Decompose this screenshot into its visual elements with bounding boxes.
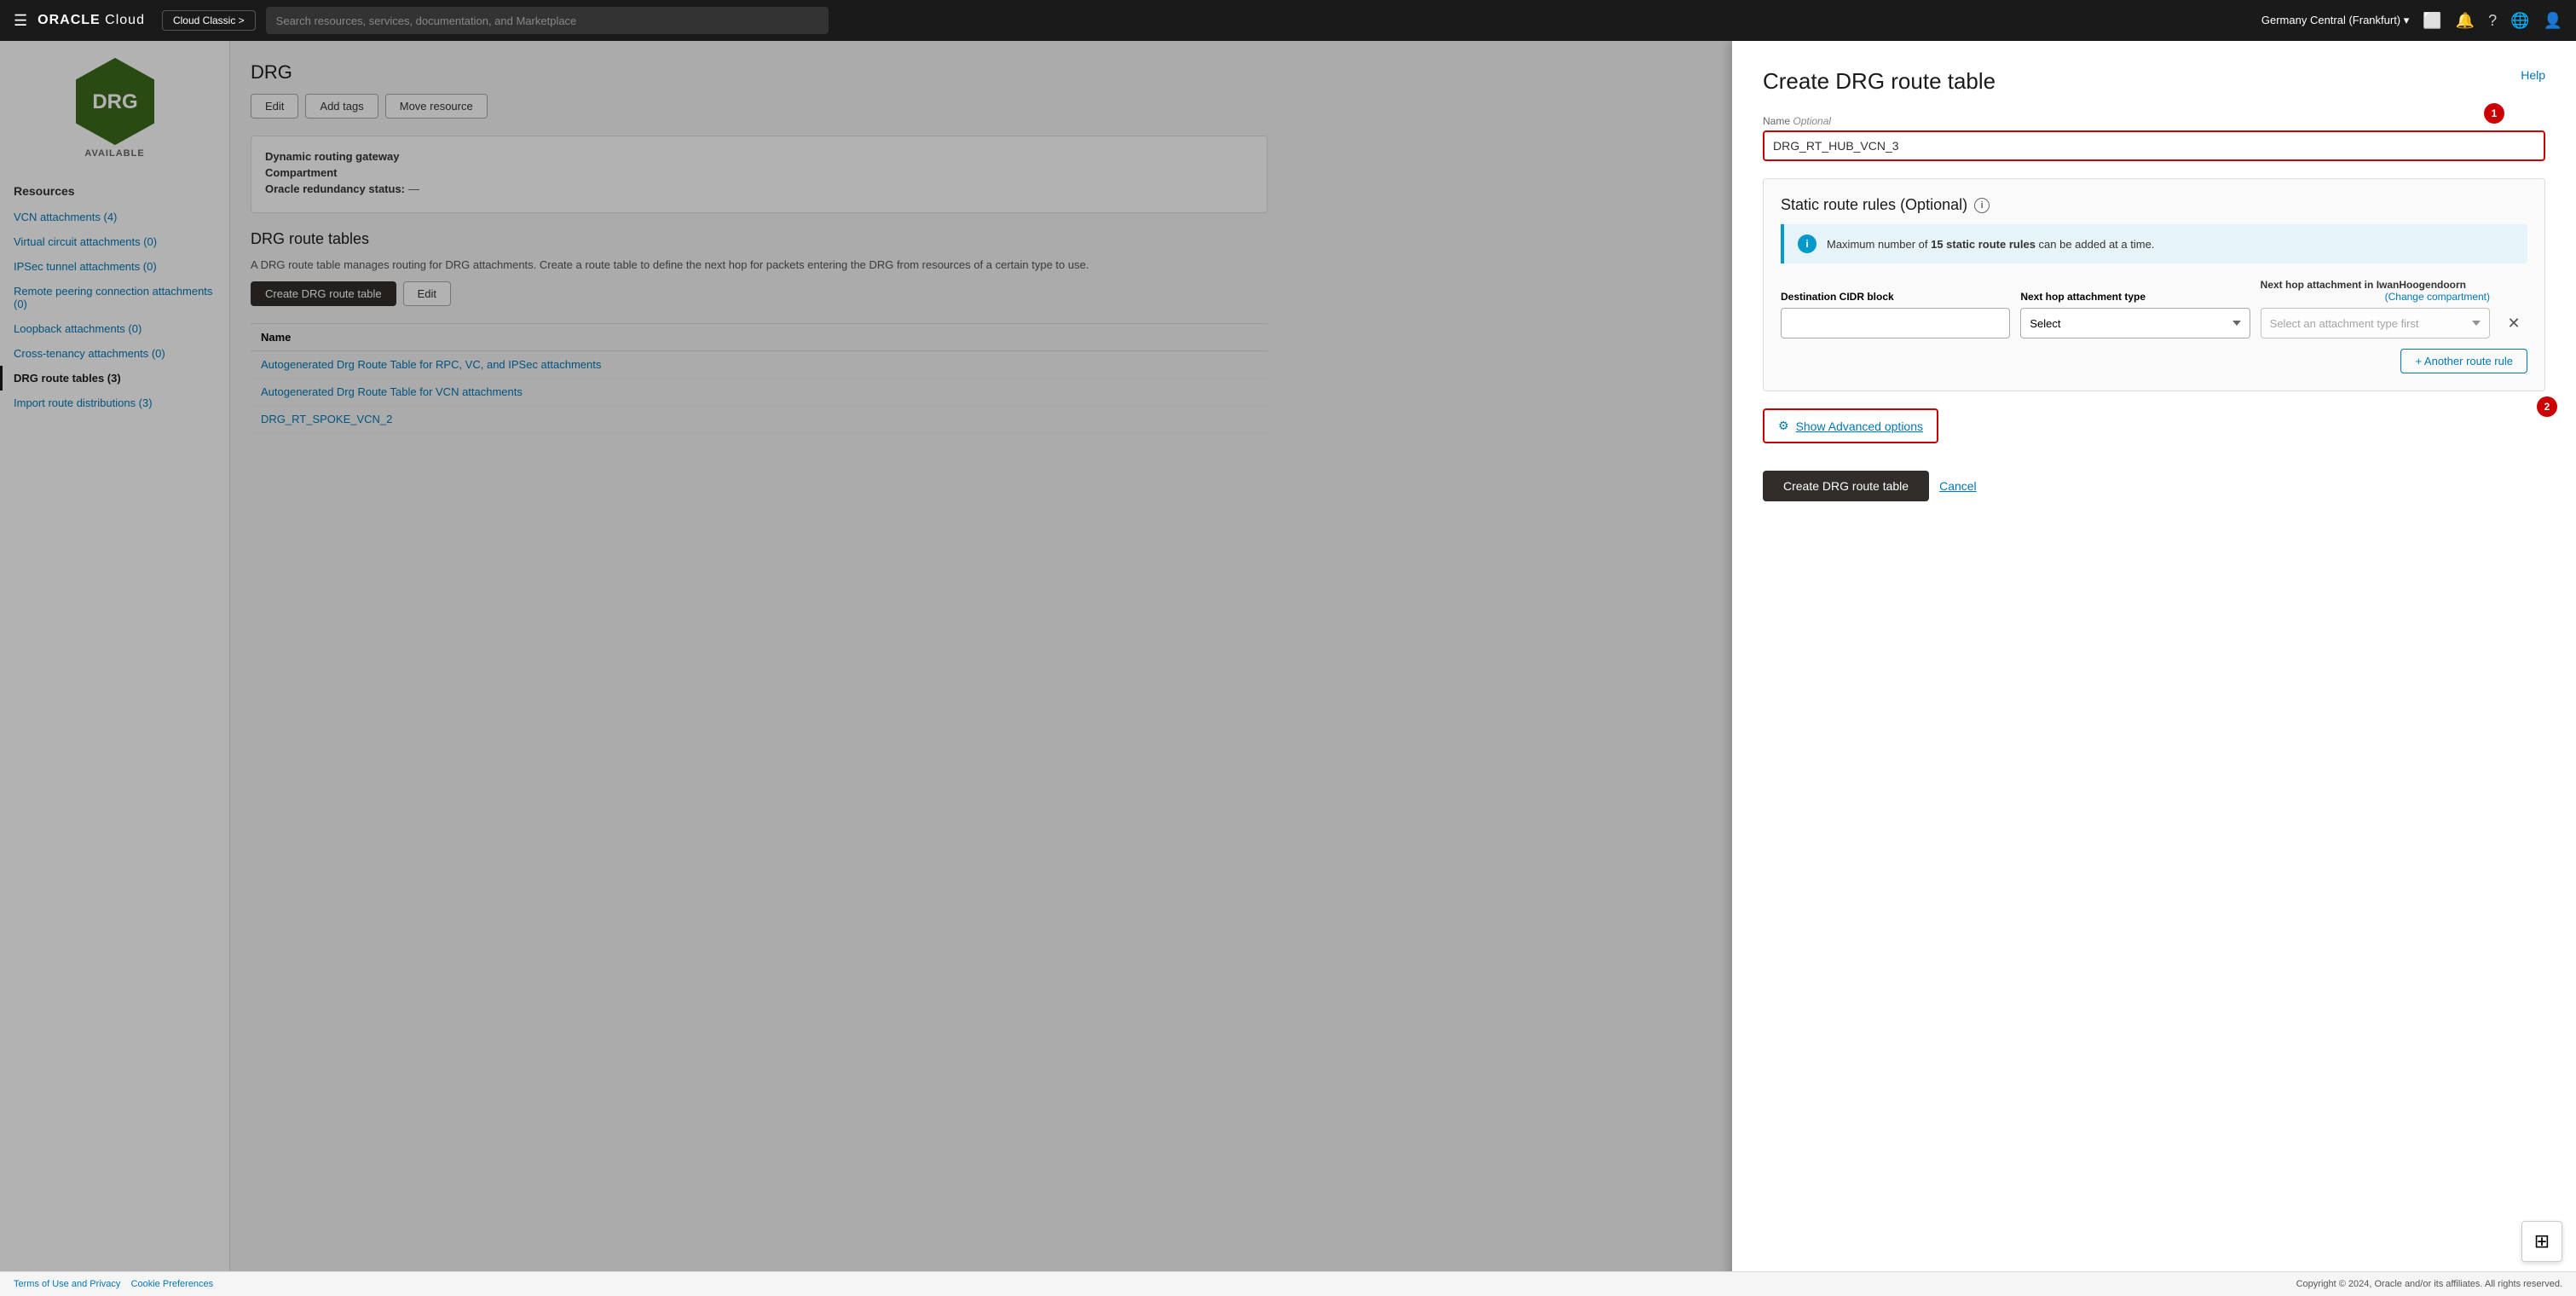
step-1-badge: 1 [2484,103,2504,124]
info-banner: i Maximum number of 15 static route rule… [1781,224,2527,263]
copyright-text: Copyright © 2024, Oracle and/or its affi… [2296,1279,2562,1289]
add-rule-area: + Another route rule [1781,338,2527,373]
info-banner-icon: i [1798,234,1816,253]
user-avatar-icon[interactable]: 👤 [2544,12,2562,30]
info-banner-text: Maximum number of 15 static route rules … [1827,238,2154,251]
cancel-button[interactable]: Cancel [1939,479,1977,493]
create-drg-panel: Help Create DRG route table Name Optiona… [1732,41,2576,1296]
region-selector[interactable]: Germany Central (Frankfurt) ▾ [2261,14,2409,27]
help-float-icon: ⊞ [2534,1230,2550,1253]
search-input[interactable] [266,7,829,34]
terminal-icon[interactable]: ⬜ [2423,12,2441,30]
cookie-link[interactable]: Cookie Preferences [131,1279,214,1289]
step-2-badge: 2 [2537,396,2557,417]
hamburger-menu-icon[interactable]: ☰ [14,12,27,30]
next-hop-type-header: Next hop attachment type [2020,289,2250,303]
terms-link[interactable]: Terms of Use and Privacy [14,1279,120,1289]
show-advanced-label: Show Advanced options [1796,419,1923,433]
topnav-right-area: Germany Central (Frankfurt) ▾ ⬜ 🔔 ? 🌐 👤 [2261,12,2562,30]
oracle-logo: ORACLE Cloud [38,13,145,28]
bell-icon[interactable]: 🔔 [2456,12,2475,30]
dest-cidr-header: Destination CIDR block [1781,289,2010,303]
help-circle-icon[interactable]: ? [2488,12,2497,30]
help-link[interactable]: Help [2521,68,2545,82]
modal-backdrop: Help Create DRG route table Name Optiona… [0,41,2576,1296]
route-rule-headers: Destination CIDR block Next hop attachme… [1781,277,2527,303]
static-route-rules-section: Static route rules (Optional) i i Maximu… [1763,178,2545,391]
show-advanced-wrapper: 2 ⚙ Show Advanced options [1763,408,2545,443]
route-rule-row: Select Select an attachment type first ✕ [1781,308,2527,338]
next-hop-attachment-select[interactable]: Select an attachment type first [2261,308,2490,338]
panel-footer: Create DRG route table Cancel [1763,464,2545,501]
cloud-classic-button[interactable]: Cloud Classic > [162,10,256,31]
add-route-rule-button[interactable]: + Another route rule [2400,349,2527,373]
create-drg-route-table-submit-button[interactable]: Create DRG route table [1763,471,1929,501]
route-rules-title: Static route rules (Optional) i [1781,196,2527,214]
bottom-bar: Terms of Use and Privacy Cookie Preferen… [0,1271,2576,1296]
next-hop-type-select[interactable]: Select [2020,308,2250,338]
footer-links: Terms of Use and Privacy Cookie Preferen… [14,1279,213,1289]
panel-title: Create DRG route table [1763,68,2545,95]
next-hop-type-select-wrapper: Select [2020,308,2250,338]
sliders-icon: ⚙ [1778,419,1789,433]
dest-cidr-input[interactable] [1781,308,2010,338]
name-form-group: Name Optional 1 [1763,115,2545,161]
show-advanced-options-button[interactable]: ⚙ Show Advanced options [1763,408,1938,443]
next-hop-attachment-header: Next hop attachment in IwanHoogendoorn (… [2261,277,2490,303]
help-float-button[interactable]: ⊞ [2521,1221,2562,1262]
change-compartment-link[interactable]: (Change compartment) [2261,291,2490,303]
globe-icon[interactable]: 🌐 [2510,12,2529,30]
name-input-wrapper: 1 [1763,130,2545,161]
top-navigation: ☰ ORACLE Cloud Cloud Classic > Germany C… [0,0,2576,41]
name-label: Name Optional [1763,115,2545,127]
dest-cidr-input-wrapper [1781,308,2010,338]
next-hop-attachment-select-wrapper: Select an attachment type first [2261,308,2490,338]
name-input[interactable] [1763,130,2545,161]
route-rules-info-icon[interactable]: i [1974,198,1990,213]
remove-rule-button[interactable]: ✕ [2500,310,2527,337]
